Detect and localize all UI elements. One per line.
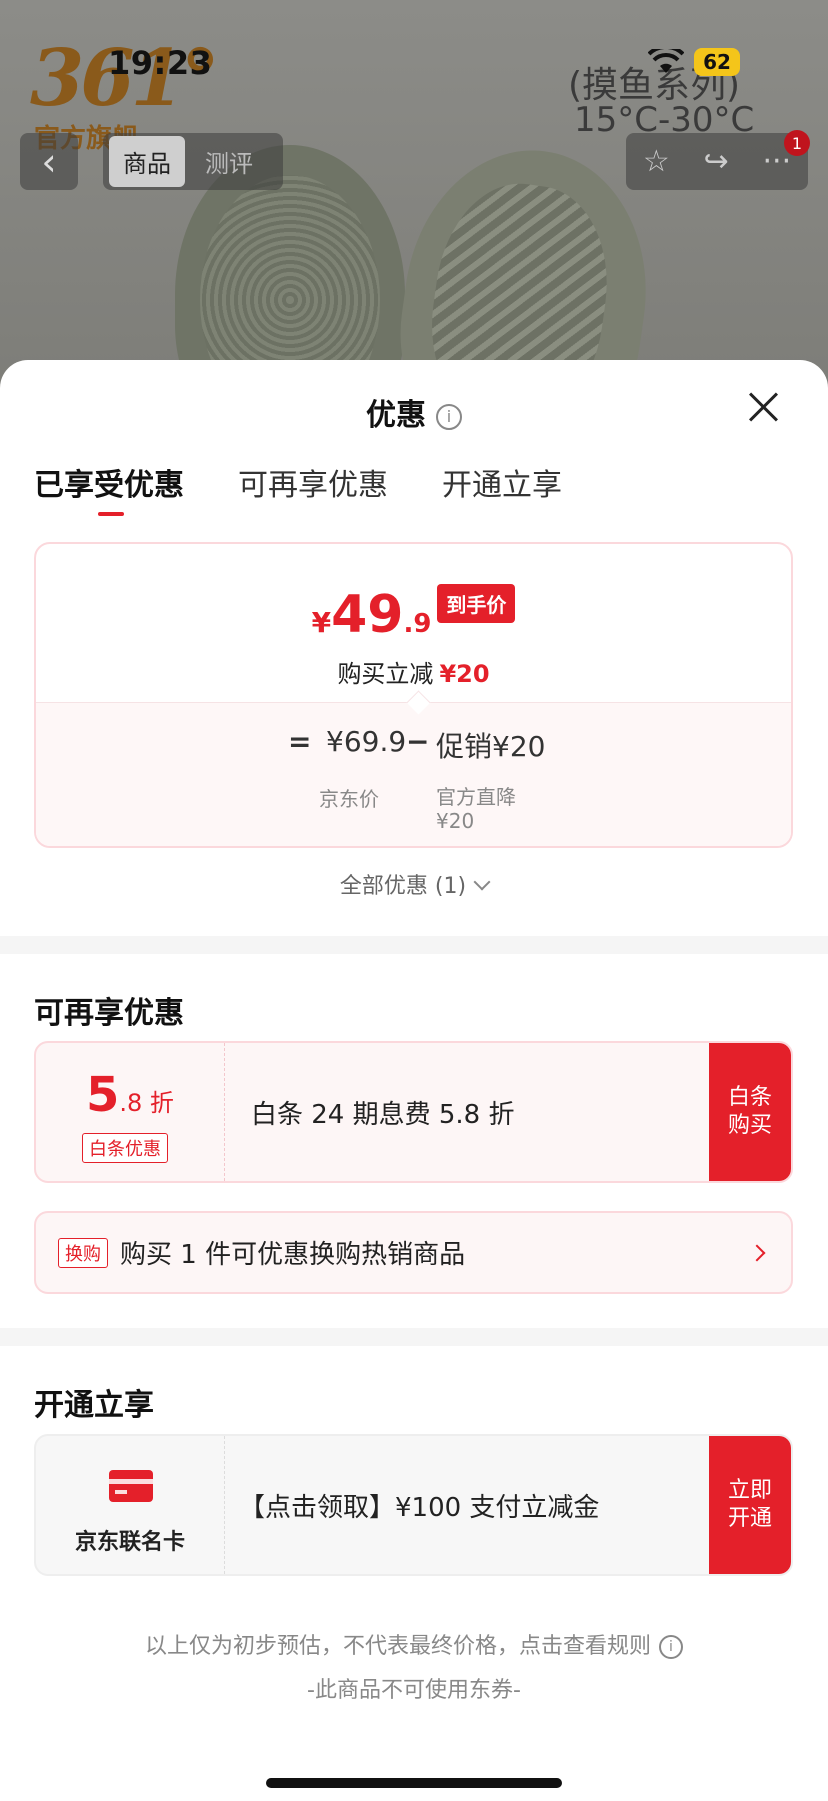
baitiao-tag: 白条优惠 xyxy=(82,1133,168,1163)
price-breakdown: = ¥69.9 − 促销¥20 京东价 官方直降 ¥20 xyxy=(36,702,791,846)
baitiao-buy-line2: 购买 xyxy=(727,1113,772,1138)
home-indicator[interactable] xyxy=(266,1778,562,1788)
active-tab-indicator xyxy=(98,512,124,516)
back-button[interactable]: ‹ xyxy=(20,133,78,190)
tab-more-available[interactable]: 可再享优惠 xyxy=(238,460,388,504)
final-price-badge: 到手价 xyxy=(437,584,516,623)
star-icon[interactable]: ☆ xyxy=(643,144,670,179)
currency-symbol: ¥ xyxy=(311,606,332,639)
all-promo-toggle[interactable]: 全部优惠 (1) xyxy=(0,868,828,900)
tab-review[interactable]: 测评 xyxy=(191,136,267,187)
jd-price-label: 京东价 xyxy=(319,787,379,811)
swap-text: 购买 1 件可优惠换购热销商品 xyxy=(120,1240,466,1270)
promo-label-line2: ¥20 xyxy=(436,809,475,833)
cobrand-card-desc: 【点击领取】¥100 支付立减金 xyxy=(239,1492,600,1523)
sheet-title: 优惠 i xyxy=(0,390,828,434)
cobrand-card-offer[interactable]: 京东联名卡 【点击领取】¥100 支付立减金 立即开通 xyxy=(34,1434,793,1576)
rules-note[interactable]: 以上仅为初步预估，不代表最终价格，点击查看规则 i xyxy=(0,1628,828,1660)
swap-offer-card[interactable]: 换购 购买 1 件可优惠换购热销商品 xyxy=(34,1211,793,1294)
close-icon[interactable] xyxy=(746,390,780,424)
sheet-header: 优惠 i xyxy=(0,360,828,460)
instant-discount-amount: ¥20 xyxy=(439,660,490,688)
cobrand-card-name: 京东联名卡 xyxy=(74,1530,185,1555)
tab-enjoyed[interactable]: 已享受优惠 xyxy=(34,460,184,516)
final-price-dec: .9 xyxy=(403,609,432,639)
info-icon[interactable]: i xyxy=(436,404,462,430)
rules-note-text: 以上仅为初步预估，不代表最终价格，点击查看规则 xyxy=(144,1634,651,1659)
final-price-int: 49 xyxy=(331,585,404,645)
chevron-down-icon xyxy=(473,873,491,891)
instant-discount-label: 购买立减 xyxy=(337,660,434,688)
tab-activate[interactable]: 开通立享 xyxy=(442,460,562,504)
promo-amount: 促销¥20 xyxy=(436,730,546,763)
status-icons: 62 xyxy=(648,48,740,76)
jd-price: ¥69.9 xyxy=(326,725,407,758)
credit-card-icon xyxy=(109,1470,153,1502)
tab-enjoyed-label: 已享受优惠 xyxy=(34,468,184,503)
battery-icon: 62 xyxy=(694,48,740,76)
instant-discount: 购买立减 ¥20 xyxy=(36,654,791,689)
nav-tabs: 商品 测评 xyxy=(103,133,283,190)
status-time: 19:23 xyxy=(108,44,213,82)
cobrand-card-block: 京东联名卡 xyxy=(36,1436,225,1574)
message-badge: 1 xyxy=(784,130,810,156)
wifi-icon xyxy=(648,49,684,73)
more-promo-title: 可再享优惠 xyxy=(34,996,184,1031)
sheet-title-text: 优惠 xyxy=(366,398,426,433)
promo-tabs: 已享受优惠 可再享优惠 开通立享 xyxy=(34,460,562,516)
promo-label-line1: 官方直降 xyxy=(436,785,516,809)
activate-line2: 开通 xyxy=(727,1506,772,1531)
final-price: ¥49.9到手价 xyxy=(36,584,791,645)
nav-actions: ☆ ↪ ··· xyxy=(626,133,808,190)
all-promo-label: 全部优惠 (1) xyxy=(339,874,467,899)
minus-sign: − xyxy=(406,725,430,758)
baitiao-rate: 5.8 折 xyxy=(86,1067,174,1123)
activate-now-button[interactable]: 立即 开通 xyxy=(709,1436,791,1574)
swap-tag: 换购 xyxy=(58,1237,108,1268)
baitiao-offer-card[interactable]: 5.8 折 白条优惠 白条 24 期息费 5.8 折 白条购买 xyxy=(34,1041,793,1183)
chevron-left-icon: ‹ xyxy=(41,139,57,184)
chevron-right-icon xyxy=(748,1244,766,1262)
section-divider xyxy=(0,936,828,954)
activate-line1: 立即 xyxy=(727,1478,772,1503)
info-icon: i xyxy=(659,1635,683,1659)
baitiao-buy-line1: 白条 xyxy=(727,1085,772,1110)
coupon-note: -此商品不可使用东券- xyxy=(307,1678,521,1703)
promotion-sheet: 优惠 i 已享受优惠 可再享优惠 开通立享 ¥49.9到手价 购买立减 ¥20 = … xyxy=(0,360,828,1801)
baitiao-rate-dec: .8 折 xyxy=(119,1089,174,1117)
price-card: ¥49.9到手价 购买立减 ¥20 = ¥69.9 − 促销¥20 京东价 官方直… xyxy=(34,542,793,848)
section-divider xyxy=(0,1328,828,1346)
baitiao-rate-int: 5 xyxy=(86,1067,120,1123)
baitiao-buy-button[interactable]: 白条 购买 xyxy=(709,1043,791,1181)
equals-sign: = xyxy=(288,725,312,758)
activate-title: 开通立享 xyxy=(34,1388,154,1423)
baitiao-desc: 白条 24 期息费 5.8 折 xyxy=(251,1099,515,1130)
price-summary: ¥49.9到手价 购买立减 ¥20 xyxy=(36,544,791,702)
promo-label: 官方直降 ¥20 xyxy=(436,785,516,833)
tab-product[interactable]: 商品 xyxy=(109,136,185,187)
baitiao-rate-block: 5.8 折 白条优惠 xyxy=(36,1043,225,1181)
share-icon[interactable]: ↪ xyxy=(704,144,729,179)
